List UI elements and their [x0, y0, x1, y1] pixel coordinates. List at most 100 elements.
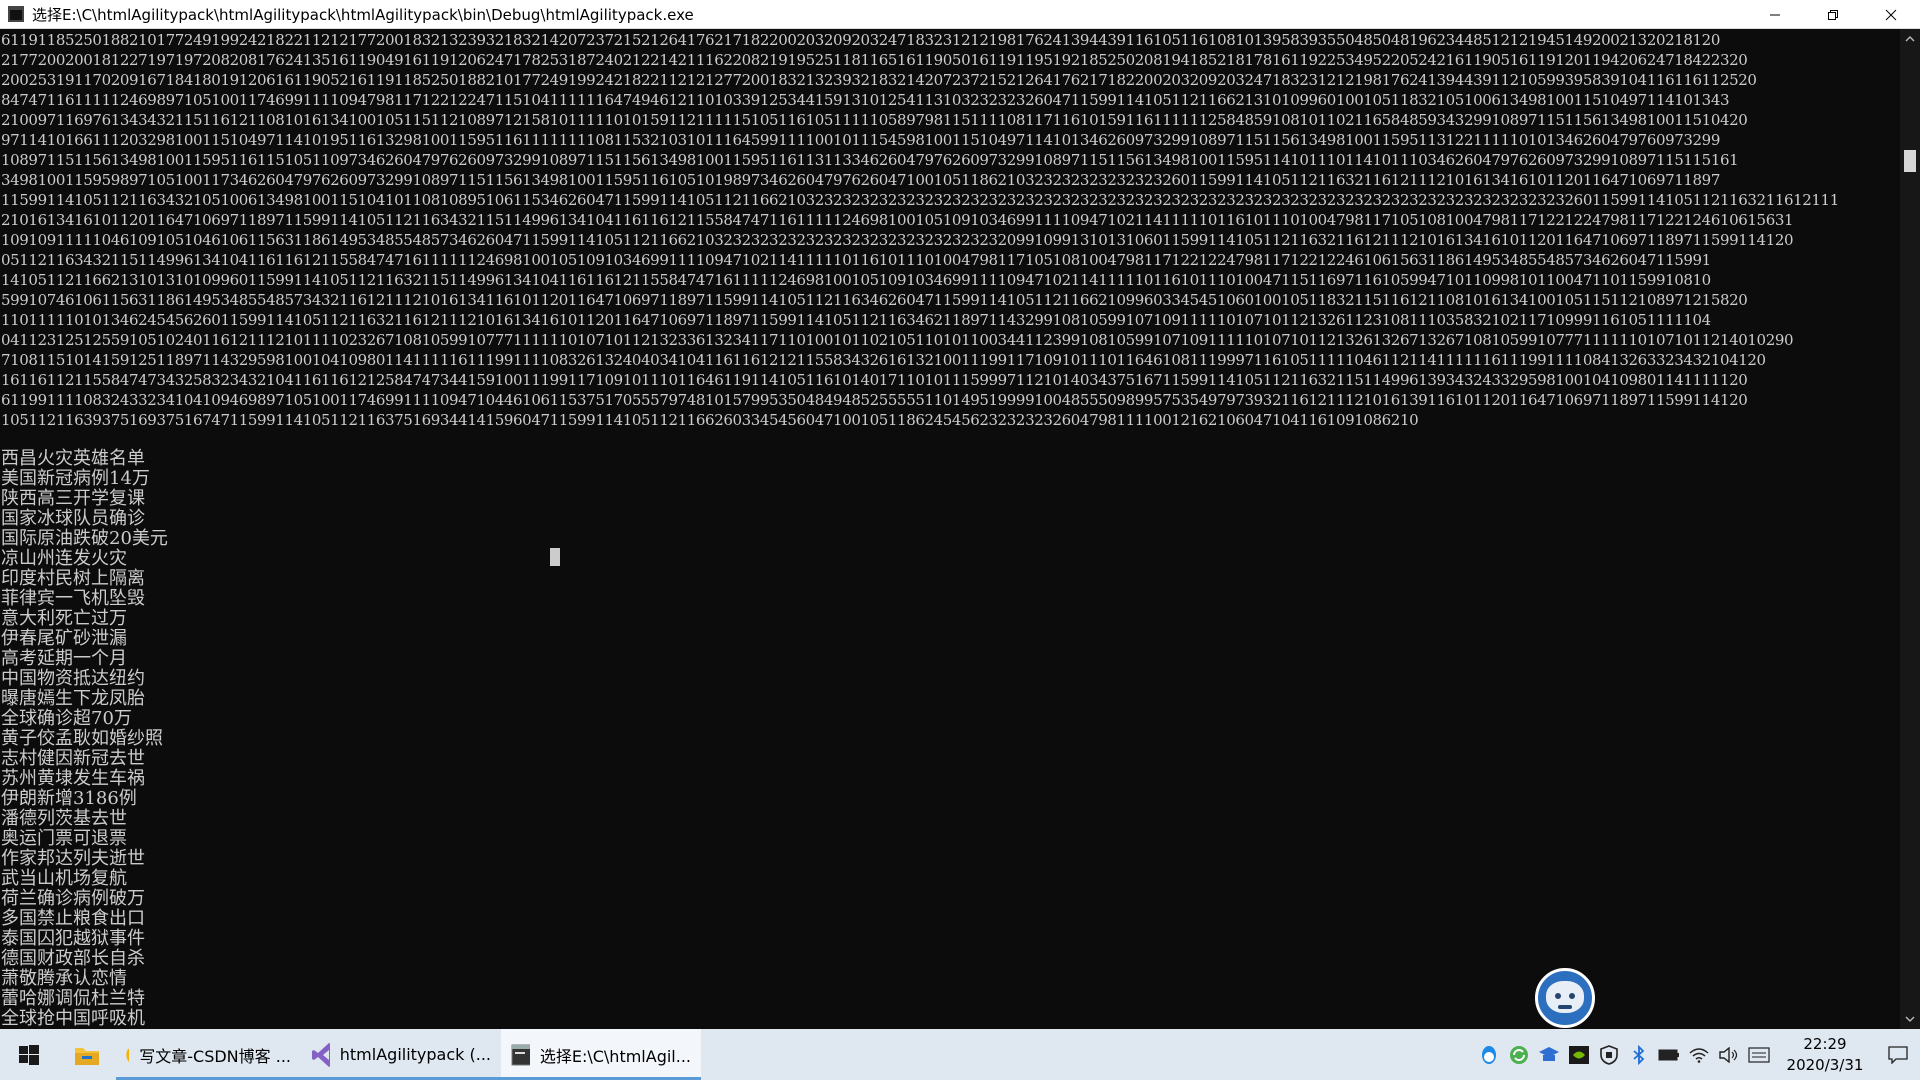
numeric-output-block: 6119118525018821017724919924218221121217…	[1, 30, 1891, 430]
wifi-tray-icon[interactable]	[1687, 1043, 1711, 1067]
notification-icon	[1888, 1045, 1908, 1064]
numeric-output-line: 1091091111104610910510461061156311861495…	[1, 231, 1794, 249]
headline-item: 中国物资抵达纽约	[1, 668, 145, 689]
input-method-tray-icon[interactable]	[1747, 1043, 1771, 1067]
headline-item: 多国禁止粮食出口	[1, 908, 145, 929]
taskbar-item-visual-studio[interactable]: htmlAgilitypack (...	[301, 1029, 501, 1080]
scrollbar-thumb[interactable]	[1904, 150, 1916, 172]
text-cursor	[550, 548, 560, 566]
qq-tray-icon[interactable]	[1477, 1043, 1501, 1067]
chrome-icon	[126, 1047, 130, 1062]
scroll-up-arrow[interactable]	[1900, 29, 1920, 49]
floating-assistant-icon[interactable]	[1535, 968, 1595, 1028]
headline-item: 国家冰球队员确诊	[1, 508, 145, 529]
headline-item: 伊春尾矿砂泄漏	[1, 628, 127, 649]
restore-button[interactable]	[1804, 0, 1862, 29]
visual-studio-icon	[312, 1042, 330, 1067]
notification-center-button[interactable]	[1876, 1029, 1920, 1080]
chevron-up-icon	[1905, 36, 1915, 42]
headline-item: 全球抢中国呼吸机	[1, 1008, 145, 1029]
taskbar-item-console[interactable]: 选择E:\C\htmlAgil...	[501, 1029, 701, 1080]
numeric-output-line: 1051121163937516937516747115991141051121…	[1, 411, 1419, 429]
security-shield-tray-icon[interactable]	[1597, 1043, 1621, 1067]
headline-item: 德国财政部长自杀	[1, 948, 145, 969]
headline-list: 西昌火灾英雄名单 美国新冠病例14万 陕西高三开学复课 国家冰球队员确诊 国际原油跌破2…	[1, 449, 401, 1029]
numeric-output-line: 6119118525018821017724919924218221121217…	[1, 31, 1720, 49]
headline-item: 印度村民树上隔离	[1, 568, 145, 589]
headline-item: 作家邦达列夫逝世	[1, 848, 145, 869]
headline-item: 全球确诊超70万	[1, 708, 132, 729]
headline-item: 曝唐嫣生下龙凤胎	[1, 688, 145, 709]
windows-logo-icon	[19, 1044, 39, 1065]
numeric-output-line: 3498100115959897105100117346260479762609…	[1, 171, 1720, 189]
bluetooth-tray-icon[interactable]	[1627, 1043, 1651, 1067]
window-titlebar[interactable]: 选择E:\C\htmlAgilitypack\htmlAgilitypack\h…	[0, 0, 1920, 29]
headline-item: 奥运门票可退票	[1, 828, 127, 849]
minimize-button[interactable]	[1746, 0, 1804, 29]
headline-item: 萧敬腾承认恋情	[1, 968, 127, 989]
numeric-output-line: 7108115101415912511897114329598100104109…	[1, 351, 1766, 369]
numeric-output-line: 1159911410511211634321051006134981001151…	[1, 191, 1839, 209]
window-controls	[1746, 0, 1920, 29]
console-output[interactable]: 6119118525018821017724919924218221121217…	[0, 29, 1900, 1029]
numeric-output-line: 1611611211558474734325832343210411611612…	[1, 371, 1748, 389]
headline-item: 黄子佼孟耿如婚纱照	[1, 728, 163, 749]
headline-item: 武当山机场复航	[1, 868, 127, 889]
headline-item: 荷兰确诊病例破万	[1, 888, 145, 909]
folder-icon	[75, 1047, 99, 1065]
numeric-output-line: 1101111101013462454562601159911410511211…	[1, 311, 1711, 329]
headline-item: 菲律宾一飞机坠毁	[1, 588, 145, 609]
volume-tray-icon[interactable]	[1717, 1043, 1741, 1067]
console-app-icon	[8, 6, 24, 22]
headline-item: 美国新冠病例14万	[1, 468, 150, 489]
clock-date: 2020/3/31	[1786, 1055, 1864, 1074]
window-title: 选择E:\C\htmlAgilitypack\htmlAgilitypack\h…	[32, 5, 694, 24]
numeric-output-line: 8474711611111246989710510011746991111094…	[1, 91, 1730, 109]
headline-item: 意大利死亡过万	[1, 608, 127, 629]
file-explorer-button[interactable]	[58, 1029, 116, 1080]
vertical-scrollbar[interactable]	[1900, 29, 1920, 1029]
taskbar: 写文章-CSDN博客 ... htmlAgilitypack (... 选择E:…	[0, 1029, 1920, 1080]
numeric-output-line: 0411231251255910510240116121112101111023…	[1, 331, 1794, 349]
numeric-output-line: 2101613416101120116471069711897115991141…	[1, 211, 1794, 229]
clock-time: 22:29	[1803, 1034, 1847, 1053]
headline-item: 志村健因新冠去世	[1, 748, 145, 769]
headline-item: 蕾哈娜调侃杜兰特	[1, 988, 145, 1009]
scroll-down-arrow[interactable]	[1900, 1009, 1920, 1029]
taskbar-item-chrome[interactable]: 写文章-CSDN博客 ...	[116, 1029, 301, 1080]
numeric-output-line: 1410511211662131013101099601159911410511…	[1, 271, 1711, 289]
taskbar-item-label: 选择E:\C\htmlAgil...	[539, 1046, 691, 1066]
numeric-output-line: 1089711511561349810011595116115105110973…	[1, 151, 1739, 169]
system-tray: 22:29 2020/3/31	[1474, 1029, 1920, 1080]
minimize-icon	[1770, 14, 1780, 15]
battery-tray-icon[interactable]	[1657, 1043, 1681, 1067]
headline-item: 潘德列茨基去世	[1, 808, 127, 829]
headline-item: 西昌火灾英雄名单	[1, 448, 145, 469]
sync-tray-icon[interactable]	[1507, 1043, 1531, 1067]
restore-icon	[1828, 9, 1838, 20]
headline-item: 高考延期一个月	[1, 648, 127, 669]
start-button[interactable]	[0, 1029, 58, 1080]
headline-item: 伊朗新增3186例	[1, 788, 137, 809]
close-button[interactable]	[1862, 0, 1920, 29]
numeric-output-line: 2177200200181227197197208208176241351611…	[1, 51, 1748, 69]
chevron-down-icon	[1905, 1016, 1915, 1022]
taskbar-clock[interactable]: 22:29 2020/3/31	[1780, 1034, 1870, 1076]
numeric-output-line: 0511211634321151149961341041161161211558…	[1, 251, 1711, 269]
numeric-output-line: 2100971169761343432115116121108101613410…	[1, 111, 1748, 129]
headline-item: 国际原油跌破20美元	[1, 528, 168, 549]
numeric-output-line: 9711410166111203298100115104971141019511…	[1, 131, 1720, 149]
numeric-output-line: 2002531911702091671841801912061611905216…	[1, 71, 1757, 89]
education-app-tray-icon[interactable]	[1537, 1043, 1561, 1067]
numeric-output-line: 6119911110832433234104109469897105100117…	[1, 391, 1748, 409]
nvidia-tray-icon[interactable]	[1567, 1043, 1591, 1067]
close-icon	[1885, 9, 1897, 20]
headline-item: 苏州黄埭发生车祸	[1, 768, 145, 789]
headline-item: 泰国囚犯越狱事件	[1, 928, 145, 949]
taskbar-item-label: htmlAgilitypack (...	[339, 1045, 491, 1064]
taskbar-item-label: 写文章-CSDN博客 ...	[139, 1046, 291, 1066]
numeric-output-line: 5991074610611563118614953485548573432116…	[1, 291, 1748, 309]
headline-item: 陕西高三开学复课	[1, 488, 145, 509]
headline-item: 凉山州连发火灾	[1, 548, 127, 569]
console-icon	[511, 1044, 530, 1065]
